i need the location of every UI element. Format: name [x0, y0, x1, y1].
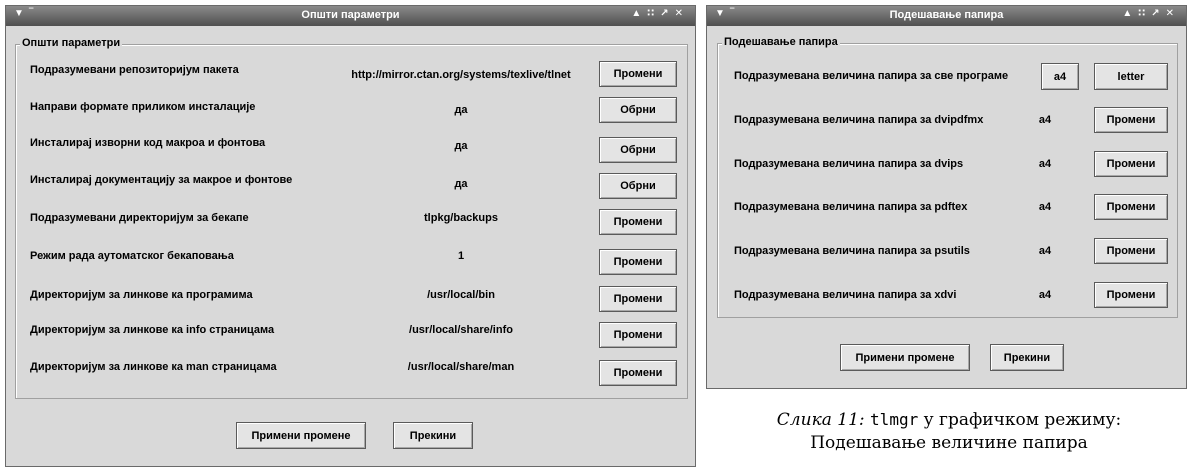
change-xdvi-button[interactable]: Промени	[1094, 282, 1168, 308]
row-label-psutils: Подразумевана величина папира за psutils	[734, 245, 970, 257]
row-label-all-programs: Подразумевана величина папира за све про…	[734, 70, 1009, 82]
group-title: Подешавање папира	[722, 36, 840, 48]
window-title: Општи параметри	[301, 9, 400, 21]
change-pdftex-button[interactable]: Промени	[1094, 194, 1168, 220]
row-value-dvips: a4	[1038, 158, 1052, 170]
caption-program: tlmgr	[870, 410, 919, 429]
change-man-links-button[interactable]: Промени	[599, 360, 677, 386]
row-label-dvipdfmx: Подразумевана величина папира за dvipdfm…	[734, 114, 984, 126]
apply-changes-button[interactable]: Примени промене	[840, 344, 970, 371]
change-backup-dir-button[interactable]: Промени	[599, 209, 677, 235]
titlebar[interactable]: ▼ ‾ Општи параметри ▲∷↗✕	[6, 6, 695, 26]
change-auto-backup-button[interactable]: Промени	[599, 249, 677, 275]
row-label-repository: Подразумевани репозиторијум пакета	[30, 64, 239, 76]
cancel-button[interactable]: Прекини	[990, 344, 1064, 371]
letter-all-button[interactable]: letter	[1094, 63, 1168, 90]
row-value-man-links: /usr/local/share/man	[407, 361, 515, 373]
row-label-install-docs: Инсталирај документацију за макрое и фон…	[30, 174, 293, 186]
row-label-info-links: Директоријум за линкове ка info страница…	[30, 324, 275, 336]
row-value-pdftex: a4	[1038, 201, 1052, 213]
shade-up-icon[interactable]: ▲	[631, 8, 647, 19]
change-dvips-button[interactable]: Промени	[1094, 151, 1168, 177]
row-value-create-formats: да	[454, 104, 468, 116]
row-label-dvips: Подразумевана величина папира за dvips	[734, 158, 964, 170]
change-repository-button[interactable]: Промени	[599, 61, 677, 87]
row-value-dvipdfmx: a4	[1038, 114, 1052, 126]
row-label-pdftex: Подразумевана величина папира за pdftex	[734, 201, 968, 213]
row-label-install-source: Инсталирај изворни код макроа и фонтова	[30, 137, 266, 149]
caption-label: Слика 11:	[776, 410, 865, 430]
titlebar[interactable]: ▼ ‾ Подешавање папира ▲∷↗✕	[707, 6, 1186, 26]
row-value-bin-links: /usr/local/bin	[427, 289, 495, 301]
sticky-dots-icon[interactable]: ∷	[1138, 8, 1151, 19]
cancel-button[interactable]: Прекини	[393, 422, 473, 449]
row-value-psutils: a4	[1038, 245, 1052, 257]
caption-line2: Подешавање величине папира	[810, 433, 1088, 453]
a4-all-button[interactable]: a4	[1041, 63, 1079, 90]
general-parameters-window: ▼ ‾ Општи параметри ▲∷↗✕ Општи параметри…	[5, 5, 696, 467]
toggle-install-docs-button[interactable]: Обрни	[599, 173, 677, 199]
window-title: Подешавање папира	[889, 9, 1004, 21]
close-icon[interactable]: ✕	[675, 8, 689, 19]
paper-setup-window: ▼ ‾ Подешавање папира ▲∷↗✕ Подешавање па…	[706, 5, 1187, 389]
row-value-auto-backup: 1	[457, 250, 465, 262]
row-label-bin-links: Директоријум за линкове ка програмима	[30, 289, 253, 301]
sticky-dots-icon[interactable]: ∷	[647, 8, 660, 19]
row-label-create-formats: Направи формате приликом инсталације	[30, 101, 256, 113]
toggle-install-source-button[interactable]: Обрни	[599, 137, 677, 163]
close-icon[interactable]: ✕	[1166, 8, 1180, 19]
figure-caption: Слика 11: tlmgr у графичком режиму: Поде…	[706, 408, 1192, 455]
row-value-install-docs: да	[454, 178, 468, 190]
change-psutils-button[interactable]: Промени	[1094, 238, 1168, 264]
row-label-auto-backup: Режим рада аутоматског бекаповања	[30, 250, 234, 262]
row-value-xdvi: a4	[1038, 289, 1052, 301]
shade-up-icon[interactable]: ▲	[1122, 8, 1138, 19]
maximize-icon[interactable]: ↗	[660, 8, 674, 19]
row-value-repository: http://mirror.ctan.org/systems/texlive/t…	[351, 69, 571, 81]
apply-changes-button[interactable]: Примени промене	[236, 422, 366, 449]
group-title: Општи параметри	[20, 37, 123, 49]
change-bin-links-button[interactable]: Промени	[599, 286, 677, 312]
row-label-backup-dir: Подразумевани директоријум за бекапе	[30, 212, 249, 224]
row-value-install-source: да	[454, 140, 468, 152]
toggle-create-formats-button[interactable]: Обрни	[599, 97, 677, 123]
row-value-info-links: /usr/local/share/info	[409, 324, 513, 336]
row-value-backup-dir: tlpkg/backups	[424, 212, 498, 224]
change-dvipdfmx-button[interactable]: Промени	[1094, 107, 1168, 133]
row-label-xdvi: Подразумевана величина папира за xdvi	[734, 289, 957, 301]
maximize-icon[interactable]: ↗	[1151, 8, 1165, 19]
change-info-links-button[interactable]: Промени	[599, 322, 677, 348]
row-label-man-links: Директоријум за линкове ка man страницам…	[30, 361, 277, 373]
caption-line1-rest: у графичком режиму:	[923, 410, 1122, 430]
